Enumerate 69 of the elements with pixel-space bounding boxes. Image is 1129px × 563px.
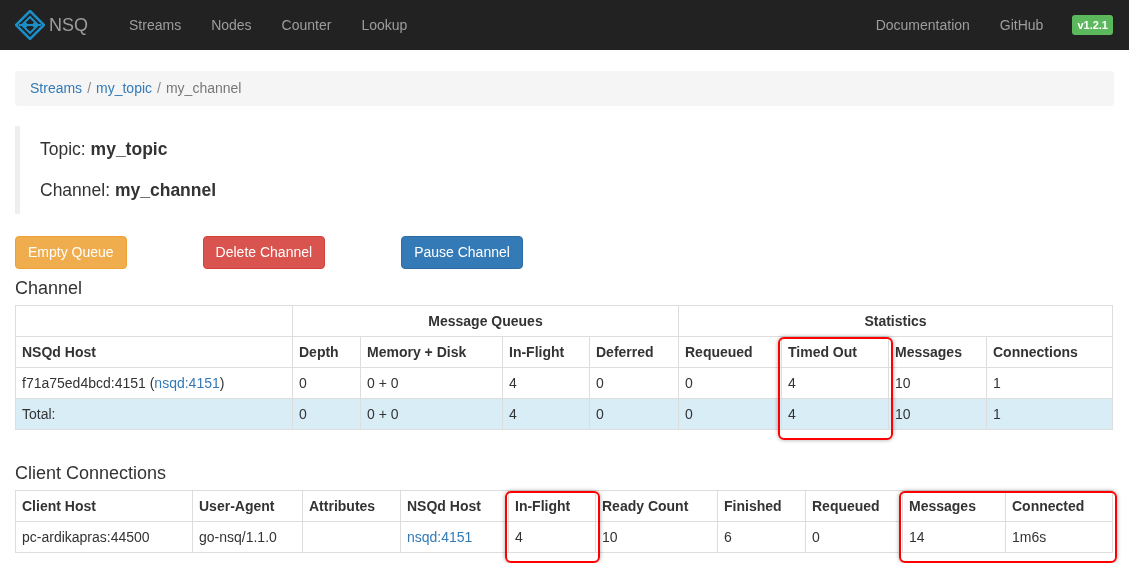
host-link[interactable]: nsqd:4151 — [407, 528, 473, 545]
column-header: Client Host — [16, 490, 193, 522]
logo-icon — [15, 10, 45, 40]
table-cell: 10 — [889, 367, 987, 399]
table-cell: 0 + 0 — [361, 367, 503, 399]
column-header: Timed Out — [782, 336, 889, 368]
table-cell: 0 — [806, 521, 903, 553]
column-header: Depth — [293, 336, 361, 368]
column-header: Connections — [987, 336, 1113, 368]
table-cell: f71a75ed4bcd:4151 (nsqd:4151) — [16, 367, 293, 399]
table-cell: 4 — [509, 521, 596, 553]
column-header: Requeued — [679, 336, 782, 368]
table-cell: 0 + 0 — [361, 398, 503, 430]
column-header: In-Flight — [503, 336, 590, 368]
column-header: NSQd Host — [16, 336, 293, 368]
table-cell: go-nsq/1.1.0 — [193, 521, 303, 553]
breadcrumb-separator: / — [86, 79, 92, 98]
table-cell: 0 — [293, 398, 361, 430]
column-header: Ready Count — [596, 490, 718, 522]
action-button[interactable]: Pause Channel — [401, 235, 523, 269]
nav-link[interactable]: Lookup — [346, 14, 423, 36]
column-header: User-Agent — [193, 490, 303, 522]
breadcrumb-current: my_channel — [165, 79, 242, 98]
column-header: Finished — [718, 490, 806, 522]
brand-name[interactable]: NSQ — [49, 11, 88, 39]
summary-line: Topic: my_topic — [40, 138, 169, 161]
column-header: Messages — [889, 336, 987, 368]
table-cell: 4 — [503, 398, 590, 430]
group-header: Statistics — [679, 305, 1113, 337]
table-cell: 14 — [903, 521, 1006, 553]
version-badge: v1.2.1 — [1072, 14, 1113, 36]
table-cell: 6 — [718, 521, 806, 553]
column-header: Connected — [1006, 490, 1113, 522]
table-cell: 10 — [889, 398, 987, 430]
nav-link[interactable]: Counter — [266, 14, 347, 36]
table-cell: 1 — [987, 367, 1113, 399]
breadcrumb-link[interactable]: my_topic — [96, 78, 153, 99]
section-title: Channel — [15, 276, 84, 300]
table-cell: pc-ardikapras:44500 — [16, 521, 193, 553]
group-header: Message Queues — [293, 305, 679, 337]
table-cell: 4 — [782, 398, 889, 430]
column-header: Memory + Disk — [361, 336, 503, 368]
column-header: Messages — [903, 490, 1006, 522]
table-cell: 1m6s — [1006, 521, 1113, 553]
table-cell: 1 — [987, 398, 1113, 430]
section-title: Client Connections — [15, 461, 168, 485]
nav-link[interactable]: Documentation — [860, 14, 985, 36]
table-cell: 0 — [293, 367, 361, 399]
column-header: NSQd Host — [401, 490, 509, 522]
host-link[interactable]: nsqd:4151 — [154, 374, 220, 391]
table-cell: 0 — [679, 398, 782, 430]
table-cell: Total: — [16, 398, 293, 430]
summary-line: Channel: my_channel — [40, 179, 218, 203]
column-header: Attributes — [303, 490, 401, 522]
table-cell: 0 — [590, 367, 679, 399]
breadcrumb-separator: / — [156, 79, 162, 98]
action-button[interactable]: Delete Channel — [202, 235, 326, 269]
nav-link[interactable]: Streams — [114, 14, 197, 36]
column-header: Requeued — [806, 490, 903, 522]
breadcrumb-link[interactable]: Streams — [30, 78, 83, 99]
table-cell: 0 — [679, 367, 782, 399]
column-header: Deferred — [590, 336, 679, 368]
nav-link[interactable]: GitHub — [984, 14, 1059, 36]
table-cell: 0 — [590, 398, 679, 430]
table-cell: 4 — [503, 367, 590, 399]
table-cell: 10 — [596, 521, 718, 553]
column-header: In-Flight — [509, 490, 596, 522]
nav-link[interactable]: Nodes — [196, 14, 267, 36]
table-cell: 4 — [782, 367, 889, 399]
